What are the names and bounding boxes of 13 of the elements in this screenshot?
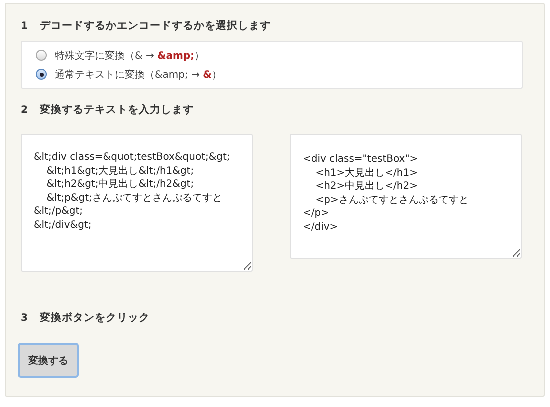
option-label[interactable]: 通常テキストに変換（&amp; → &）	[55, 68, 222, 82]
step-number: 3	[21, 312, 28, 324]
step-title: 変換ボタンをクリック	[40, 311, 150, 325]
step-title: 変換するテキストを入力します	[40, 103, 194, 117]
radio-button[interactable]	[36, 50, 47, 61]
radio-button[interactable]	[36, 69, 47, 80]
input-textarea[interactable]: &lt;div class=&quot;testBox&quot;&gt; &lt;h1&gt;大見出し&lt;/h1&gt; &lt;h2&gt;中見出し&lt;/h2&gt; &lt;p&gt;さんぷてすとさんぷるてすと&lt;/p&gt; &lt;/div&gt;	[21, 134, 253, 272]
output-textarea[interactable]: <div class="testBox"> <h1>大見出し</h1> <h2>中見出し</h2> <p>さんぷてすとさんぷるてすと </p> </div>	[290, 134, 522, 259]
option-label[interactable]: 特殊文字に変換（& → &amp;）	[55, 48, 205, 62]
step-title: デコードするかエンコードするかを選択します	[40, 19, 271, 33]
step-number: 2	[21, 104, 28, 116]
convert-button[interactable]: 変換する	[18, 343, 79, 378]
step-number: 1	[21, 20, 28, 32]
